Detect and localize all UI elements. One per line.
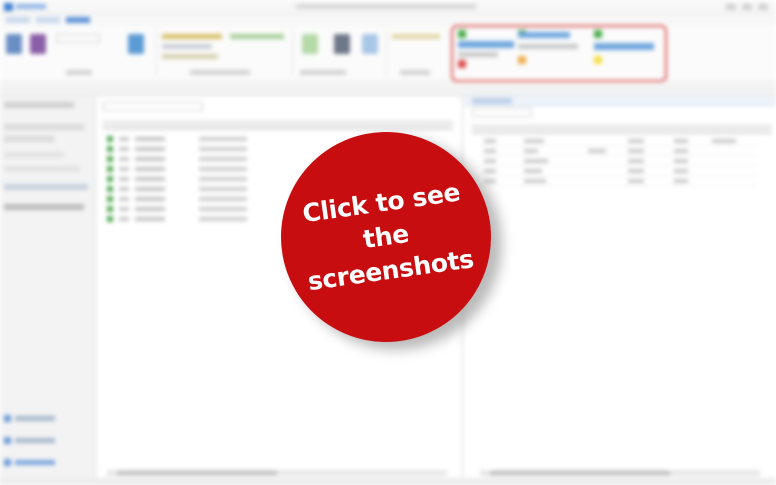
nav-icon — [4, 459, 11, 467]
grid-filter-input — [103, 102, 203, 111]
ribbon-button-icon — [6, 34, 22, 54]
maximize-icon — [742, 4, 752, 10]
cta-label: Click to see the screenshots — [285, 173, 487, 300]
see-screenshots-button[interactable]: Click to see the screenshots — [281, 132, 491, 342]
nav-link — [4, 436, 74, 445]
title-bar — [0, 0, 776, 14]
list-item — [478, 146, 758, 156]
ribbon-item — [230, 34, 284, 39]
detail-pane — [464, 96, 776, 485]
ribbon-button-icon — [334, 34, 350, 54]
grid-header — [103, 120, 453, 130]
minimize-icon — [726, 4, 736, 10]
quick-access-toolbar — [16, 4, 46, 9]
ribbon-button-icon — [302, 34, 318, 54]
nav-icon — [4, 415, 11, 423]
list-item — [478, 136, 758, 146]
list-item — [478, 176, 758, 186]
nav-icon — [4, 437, 11, 445]
status-bar — [0, 478, 776, 485]
list-item — [478, 156, 758, 166]
window-title — [296, 4, 476, 9]
ribbon-item — [162, 54, 218, 59]
ribbon-tab — [36, 17, 60, 23]
window-controls — [720, 3, 770, 11]
detail-combo — [472, 108, 532, 117]
horizontal-scrollbar — [107, 470, 447, 476]
list-item — [478, 166, 758, 176]
detail-header — [472, 124, 772, 134]
ribbon-combo — [56, 34, 100, 43]
detail-tabstrip — [464, 96, 776, 106]
ribbon-item — [162, 34, 222, 39]
navigation-pane — [0, 96, 96, 485]
ribbon-tab — [6, 17, 30, 23]
ribbon-highlight-frame — [451, 25, 667, 82]
ribbon-tab-active — [66, 17, 90, 23]
nav-link — [4, 458, 74, 467]
ribbon-button-icon — [128, 34, 144, 54]
nav-link — [4, 414, 74, 423]
ribbon-item — [392, 34, 440, 39]
ribbon-item — [162, 44, 212, 49]
app-icon — [4, 3, 13, 11]
ribbon-button-icon — [30, 34, 46, 54]
secondary-toolbar — [0, 84, 776, 96]
horizontal-scrollbar — [480, 470, 760, 476]
ribbon-button-icon — [362, 34, 378, 54]
close-icon — [758, 4, 768, 10]
